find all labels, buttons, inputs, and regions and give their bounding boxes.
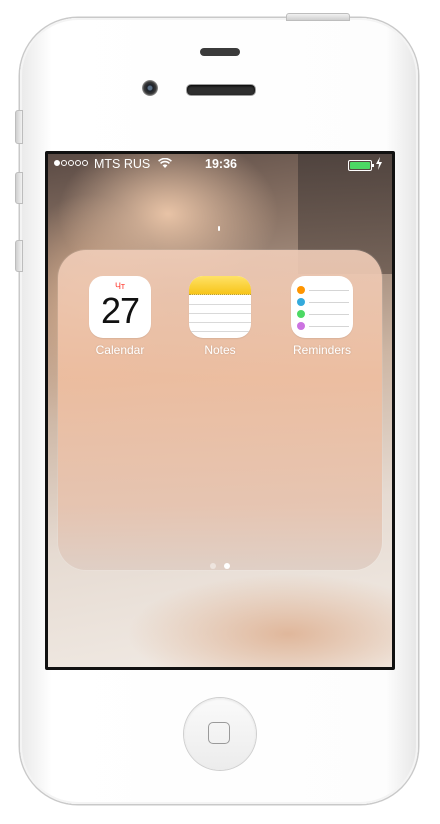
charging-bolt-icon [376,157,382,170]
page-indicator[interactable] [58,556,382,574]
volume-down-button[interactable] [15,240,23,272]
folder-pointer [218,226,220,231]
carrier-name: MTS RUS [94,157,151,171]
front-camera [142,80,158,96]
clock: 19:36 [205,157,237,171]
reminders-icon [291,276,353,338]
notes-icon [189,276,251,338]
home-square-icon [208,722,230,744]
home-screen: MTS RUS 19:36 Чт 27 Calendar Notes Remin… [48,154,392,667]
power-button[interactable] [286,13,350,21]
page-dot [210,563,216,569]
proximity-sensor [200,48,240,56]
app-notes[interactable]: Notes [180,276,260,357]
wifi-icon [158,158,172,168]
signal-strength-icon [54,160,88,166]
calendar-date: 27 [100,290,140,331]
mute-switch[interactable] [15,110,23,144]
status-bar: MTS RUS 19:36 [48,154,392,176]
home-button[interactable] [184,698,256,770]
calendar-icon: Чт 27 [89,276,151,338]
app-folder: Чт 27 Calendar Notes Reminders [58,250,382,570]
volume-up-button[interactable] [15,172,23,204]
app-label: Calendar [95,343,145,357]
battery-icon [348,160,374,171]
page-dot-current [224,563,230,569]
earpiece-speaker [186,84,256,96]
app-calendar[interactable]: Чт 27 Calendar [80,276,160,357]
app-label: Notes [204,343,236,357]
app-label: Reminders [292,343,352,357]
app-reminders[interactable]: Reminders [282,276,362,357]
